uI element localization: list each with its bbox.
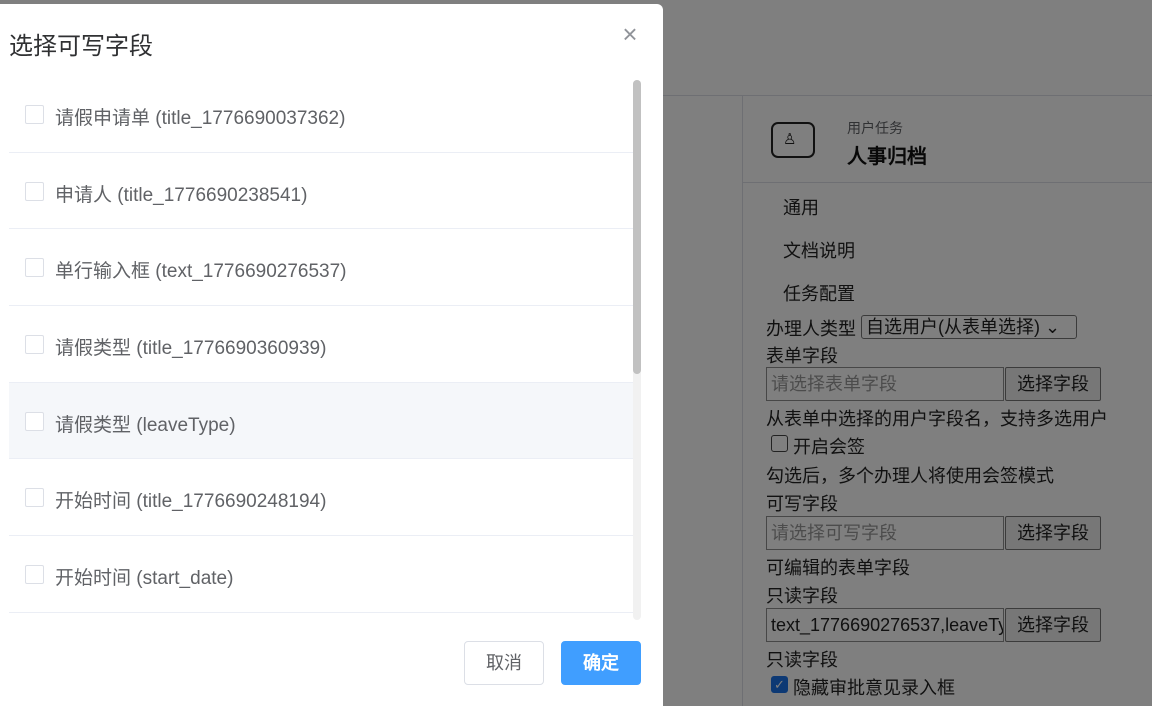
field-label: 请假申请单 (title_1776690037362) (55, 108, 346, 129)
field-list-item[interactable]: 申请人 (title_1776690238541) (9, 153, 633, 230)
close-icon[interactable]: × (618, 21, 642, 47)
field-checkbox[interactable] (25, 181, 44, 201)
field-label: 请假类型 (title_1776690360939) (55, 338, 327, 360)
field-checkbox[interactable] (25, 565, 44, 585)
field-list-item[interactable]: 请假申请单 (title_1776690037362) (9, 76, 633, 153)
field-list: 请假申请单 (title_1776690037362) 申请人 (title_1… (9, 76, 633, 620)
field-label: 开始时间 (start_date) (55, 568, 234, 590)
field-checkbox[interactable] (25, 105, 44, 124)
confirm-button[interactable]: 确定 (561, 641, 641, 685)
cancel-button[interactable]: 取消 (464, 641, 544, 685)
field-checkbox[interactable] (25, 335, 44, 355)
select-writable-fields-dialog: 选择可写字段 × 请假申请单 (title_1776690037362) 申请人… (0, 4, 663, 706)
field-checkbox[interactable] (25, 488, 44, 508)
field-list-item-hovered[interactable]: 请假类型 (leaveType) (9, 382, 633, 460)
field-checkbox[interactable] (25, 258, 44, 278)
field-label: 申请人 (title_1776690238541) (55, 184, 308, 206)
list-scrollbar[interactable] (633, 80, 641, 620)
dialog-title: 选择可写字段 (9, 33, 153, 60)
field-list-item[interactable]: 请假类型 (title_1776690360939) (9, 306, 633, 383)
field-list-item[interactable]: 开始时间 (title_1776690248194) (9, 459, 633, 537)
field-list-item[interactable]: 开始时间 (start_date) (9, 536, 633, 613)
field-label: 请假类型 (leaveType) (55, 414, 236, 436)
field-label: 开始时间 (title_1776690248194) (55, 491, 327, 513)
scrollbar-thumb[interactable] (633, 80, 641, 374)
field-list-item[interactable]: 单行输入框 (text_1776690276537) (9, 229, 633, 307)
field-checkbox[interactable] (25, 411, 44, 431)
field-label: 单行输入框 (text_1776690276537) (55, 261, 347, 283)
